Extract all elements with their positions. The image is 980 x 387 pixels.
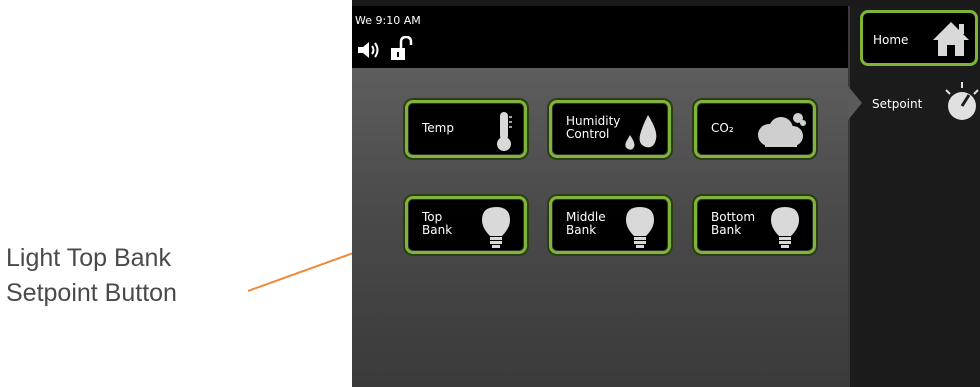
home-icon <box>933 22 969 56</box>
clock: We 9:10 AM <box>355 14 421 27</box>
cloud-icon <box>758 113 806 147</box>
setpoint-label: Setpoint <box>872 97 923 111</box>
setpoint-menu-item[interactable]: Setpoint <box>848 80 980 128</box>
temp-button[interactable]: Temp <box>405 100 527 158</box>
home-button[interactable]: Home <box>860 10 978 66</box>
humidity-control-label: Humidity Control <box>566 114 621 141</box>
middle-bank-button[interactable]: Middle Bank <box>549 196 671 254</box>
water-drops-icon <box>625 115 657 150</box>
top-bank-label: Top Bank <box>422 210 453 237</box>
light-bulb-icon <box>771 207 799 248</box>
annotation-line-2: Setpoint Button <box>6 279 177 307</box>
light-bulb-icon <box>482 207 510 248</box>
co2-label: CO₂ <box>711 121 734 135</box>
co2-button[interactable]: CO₂ <box>694 100 816 158</box>
humidity-control-button[interactable]: Humidity Control <box>549 100 671 158</box>
home-label: Home <box>873 33 909 47</box>
speaker-icon[interactable] <box>357 39 383 61</box>
bottom-bank-label: Bottom Bank <box>711 210 756 237</box>
middle-bank-label: Middle Bank <box>566 210 606 237</box>
thermometer-icon <box>497 112 512 151</box>
temp-label: Temp <box>422 121 454 135</box>
unlocked-padlock-icon[interactable] <box>389 36 413 62</box>
main-panel: Temp Humidity Control CO₂ Top Bank Middl… <box>352 68 848 387</box>
annotation-line-1: Light Top Bank <box>6 244 171 272</box>
bottom-bank-button[interactable]: Bottom Bank <box>694 196 816 254</box>
annotation-callout: Light Top Bank Setpoint Button <box>6 241 246 311</box>
status-bar: We 9:10 AM <box>352 6 848 68</box>
top-bank-button[interactable]: Top Bank <box>405 196 527 254</box>
selected-arrow-icon <box>848 86 862 120</box>
side-menu: Home Setpoint <box>848 6 980 387</box>
dial-icon <box>945 82 979 120</box>
device-screen: We 9:10 AM Temp Humidity Control CO₂ Top… <box>352 0 980 387</box>
light-bulb-icon <box>626 207 654 248</box>
